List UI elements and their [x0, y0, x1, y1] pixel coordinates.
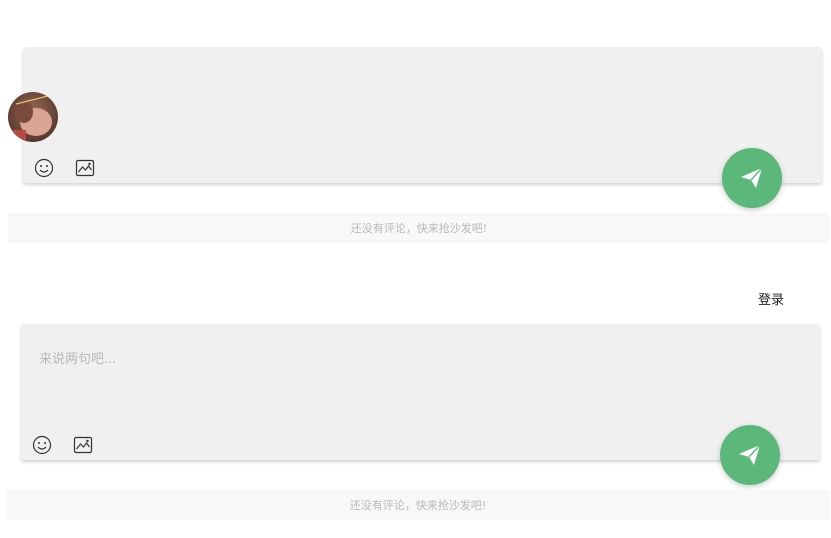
comment-input[interactable]: [23, 47, 822, 139]
comment-box: [23, 47, 822, 183]
empty-comments-text: 还没有评论，快来抢沙发吧!: [350, 222, 488, 235]
send-button[interactable]: [722, 148, 782, 208]
paper-plane-icon: [739, 444, 761, 465]
image-icon[interactable]: [74, 157, 96, 179]
image-icon[interactable]: [72, 434, 94, 456]
comment-input[interactable]: [21, 324, 820, 416]
smile-icon[interactable]: [31, 434, 53, 456]
empty-comments-message: 还没有评论，快来抢沙发吧!: [6, 490, 830, 520]
comment-box: [21, 324, 820, 460]
paper-plane-icon: [741, 167, 763, 188]
smile-icon[interactable]: [33, 157, 55, 179]
avatar: [8, 92, 58, 142]
login-link[interactable]: 登录: [758, 289, 784, 308]
send-button[interactable]: [720, 425, 780, 485]
empty-comments-message: 还没有评论，快来抢沙发吧!: [8, 213, 830, 243]
empty-comments-text: 还没有评论，快来抢沙发吧!: [349, 499, 487, 512]
